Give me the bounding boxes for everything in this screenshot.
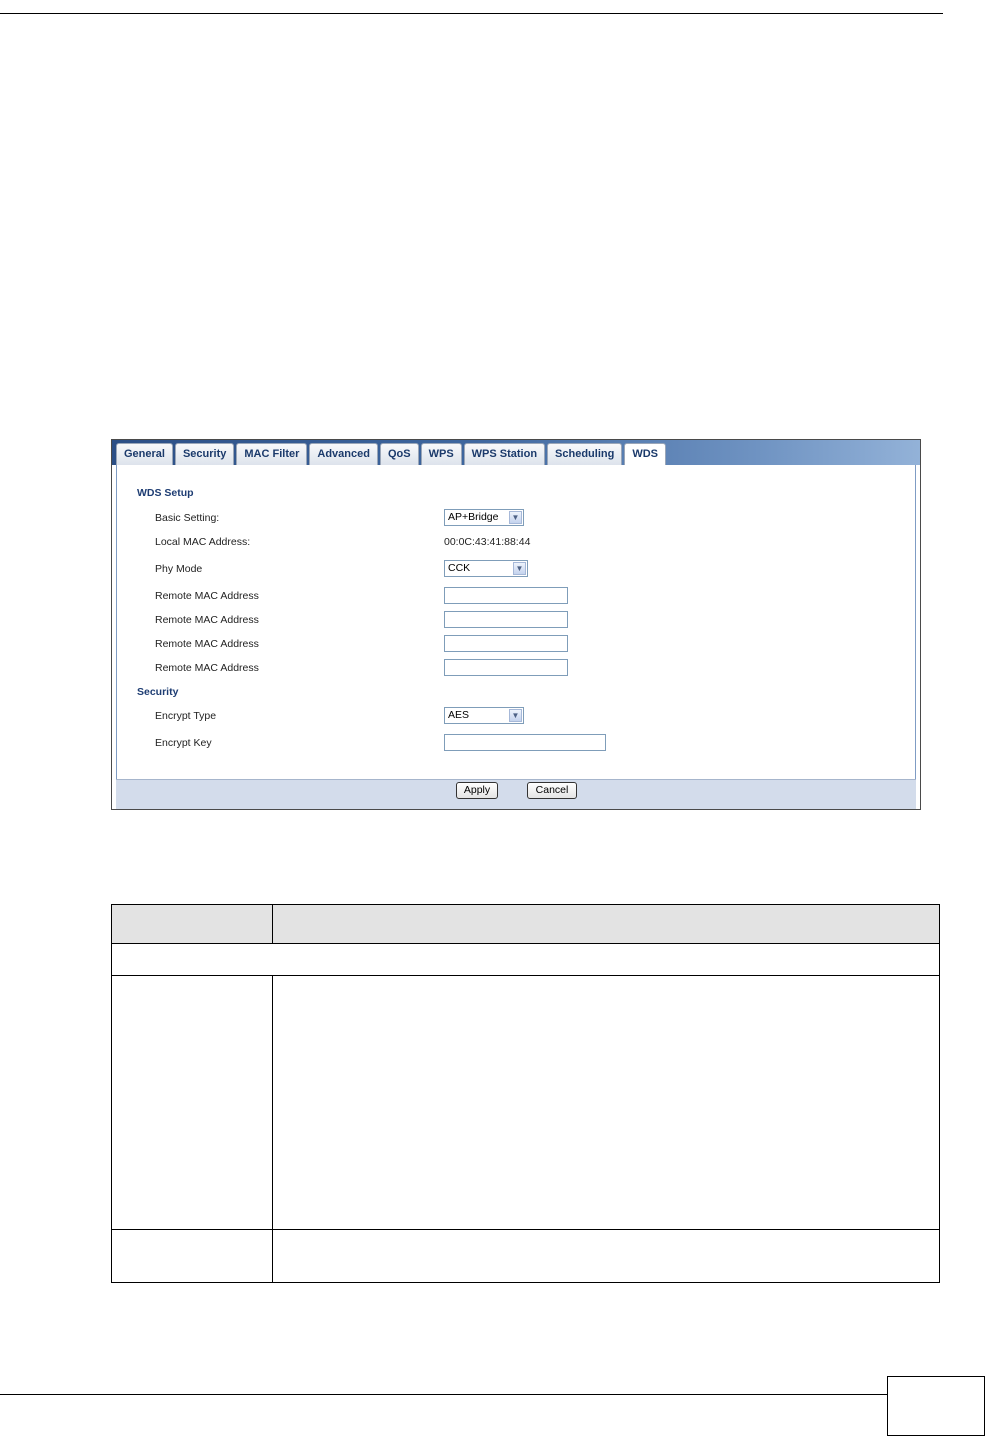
page-number-box (887, 1376, 985, 1436)
encrypt-type-label: Encrypt Type (155, 710, 217, 722)
local-mac-value: 00:0C:43:41:88:44 (444, 536, 531, 548)
phy-mode-select[interactable]: CCK ▼ (444, 560, 528, 577)
wds-screen-panel: General Security MAC Filter Advanced QoS… (111, 439, 921, 810)
encrypt-type-select[interactable]: AES ▼ (444, 707, 524, 724)
table-row (111, 1229, 273, 1283)
footer-rule (0, 1394, 887, 1395)
table-row (111, 943, 940, 976)
encrypt-key-input[interactable] (444, 734, 606, 751)
basic-setting-select[interactable]: AP+Bridge ▼ (444, 509, 524, 526)
remote-mac-label: Remote MAC Address (155, 638, 259, 650)
table-header-cell (111, 904, 273, 944)
basic-setting-value: AP+Bridge (448, 511, 499, 523)
chevron-down-icon: ▼ (509, 511, 522, 524)
tab-qos[interactable]: QoS (379, 443, 419, 465)
tab-wps-station[interactable]: WPS Station (463, 443, 546, 465)
chevron-down-icon: ▼ (513, 562, 526, 575)
local-mac-label: Local MAC Address: (155, 536, 251, 548)
tab-wds[interactable]: WDS (624, 443, 666, 466)
basic-setting-label: Basic Setting: (155, 512, 220, 524)
chevron-down-icon: ▼ (509, 709, 522, 722)
tab-general[interactable]: General (116, 443, 173, 465)
cancel-button[interactable]: Cancel (527, 782, 577, 799)
button-bar: Apply Cancel (116, 779, 916, 809)
remote-mac-input-1[interactable] (444, 587, 568, 604)
phy-mode-label: Phy Mode (155, 563, 203, 575)
tab-mac-filter[interactable]: MAC Filter (236, 443, 308, 465)
remote-mac-input-3[interactable] (444, 635, 568, 652)
remote-mac-label: Remote MAC Address (155, 590, 259, 602)
tab-wps[interactable]: WPS (420, 443, 462, 465)
tab-advanced[interactable]: Advanced (309, 443, 378, 465)
encrypt-type-value: AES (448, 709, 470, 721)
remote-mac-label: Remote MAC Address (155, 614, 259, 626)
table-row (272, 975, 940, 1230)
table-row (272, 1229, 940, 1283)
remote-mac-input-4[interactable] (444, 659, 568, 676)
wds-setup-title: WDS Setup (137, 487, 194, 499)
remote-mac-input-2[interactable] (444, 611, 568, 628)
security-title: Security (137, 686, 179, 698)
tab-scheduling[interactable]: Scheduling (547, 443, 623, 465)
field-description-table (111, 904, 940, 1283)
tab-security[interactable]: Security (174, 443, 235, 465)
table-row (111, 975, 273, 1230)
tab-bar: General Security MAC Filter Advanced QoS… (112, 440, 920, 466)
table-header-cell (272, 904, 940, 944)
remote-mac-label: Remote MAC Address (155, 662, 259, 674)
wds-settings-form: WDS Setup Basic Setting: AP+Bridge ▼ Loc… (116, 465, 916, 780)
encrypt-key-label: Encrypt Key (155, 737, 212, 749)
phy-mode-value: CCK (448, 562, 471, 574)
header-rule (0, 13, 943, 14)
apply-button[interactable]: Apply (456, 782, 498, 799)
